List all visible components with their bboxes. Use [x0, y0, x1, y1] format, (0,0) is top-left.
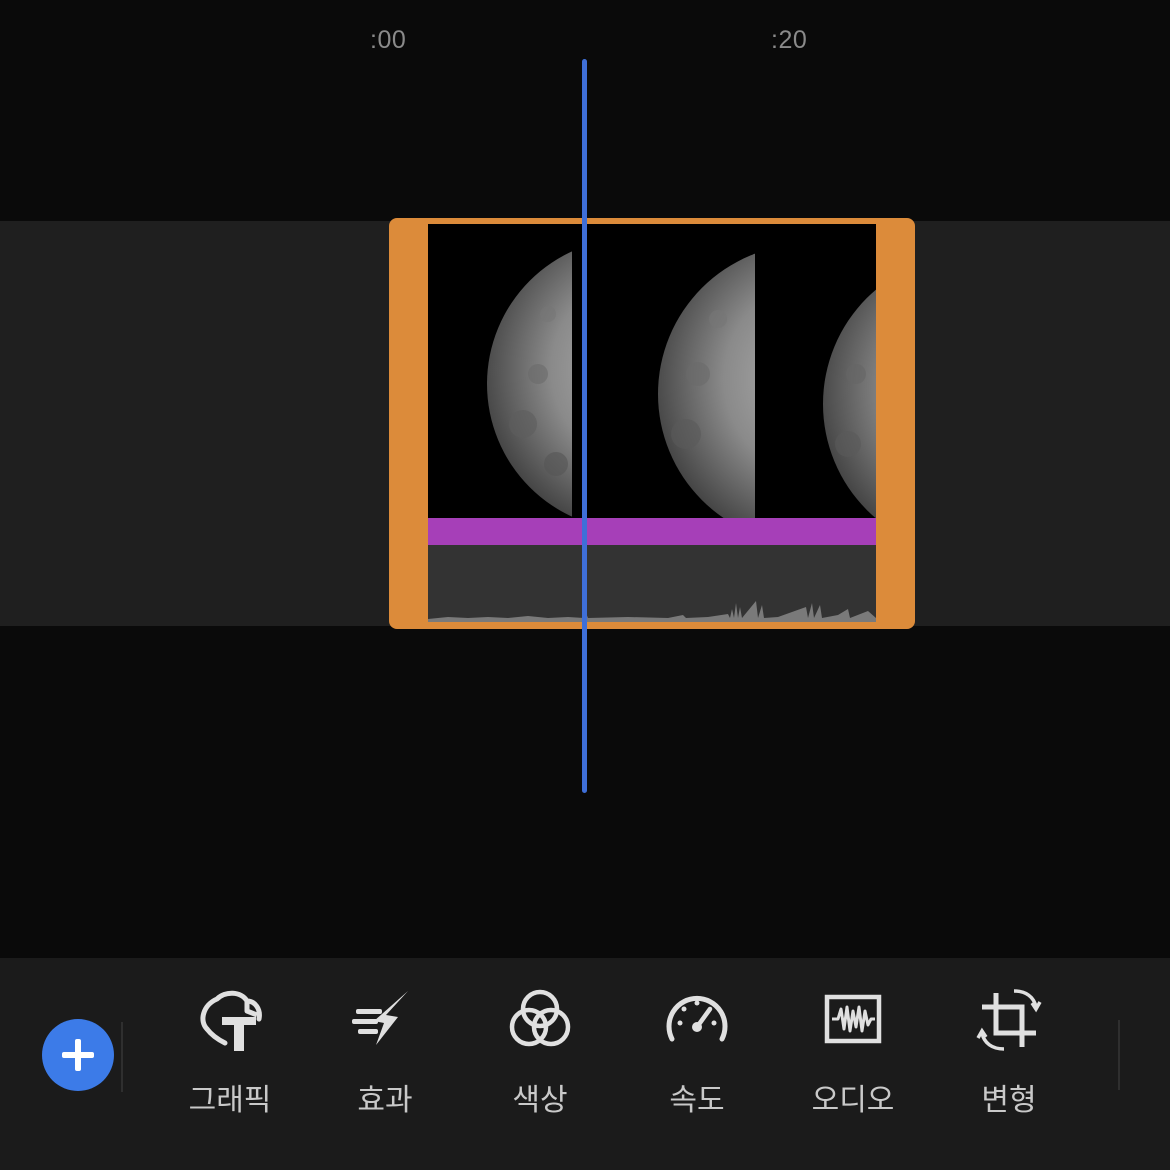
ruler-mark-00: :00: [370, 26, 407, 54]
add-media-button[interactable]: [42, 1019, 114, 1091]
toolbar-divider-right: [1118, 1020, 1120, 1090]
ruler-mark-20: :20: [771, 26, 808, 54]
graphics-title-icon: [200, 990, 262, 1051]
audio-waveform-lane: [428, 545, 876, 622]
clip-trim-handle-right[interactable]: [876, 218, 915, 629]
tool-effects-label: 효과: [357, 1083, 413, 1118]
tool-audio-label: 오디오: [811, 1083, 895, 1118]
speed-gauge-icon: [666, 995, 728, 1042]
tool-transform-label: 변형: [981, 1083, 1037, 1118]
tool-color-label: 색상: [512, 1083, 568, 1118]
tool-graphics-label: 그래픽: [188, 1083, 272, 1118]
playhead[interactable]: [582, 59, 587, 793]
color-circles-icon: [509, 989, 571, 1047]
clip-trim-handle-left[interactable]: [389, 218, 428, 629]
clip-thumbnails: [428, 224, 876, 518]
tool-effects[interactable]: 효과: [320, 985, 450, 1125]
video-clip[interactable]: [389, 218, 915, 629]
tool-transform[interactable]: 변형: [944, 985, 1074, 1125]
transform-crop-icon: [976, 989, 1042, 1051]
audio-waveform: [428, 601, 876, 622]
effect-bar: [428, 518, 876, 545]
effects-lightning-icon: [352, 991, 408, 1045]
tool-graphics[interactable]: 그래픽: [165, 985, 295, 1125]
tool-speed-label: 속도: [669, 1083, 725, 1118]
audio-waveform-icon: [824, 994, 882, 1044]
tool-speed[interactable]: 속도: [632, 985, 762, 1125]
toolbar-divider-left: [121, 1022, 123, 1092]
tool-color[interactable]: 색상: [475, 985, 605, 1125]
clip-content: [428, 224, 876, 622]
plus-icon: [62, 1039, 94, 1071]
tool-audio[interactable]: 오디오: [788, 985, 918, 1125]
moon-thumbnails: [428, 224, 876, 518]
